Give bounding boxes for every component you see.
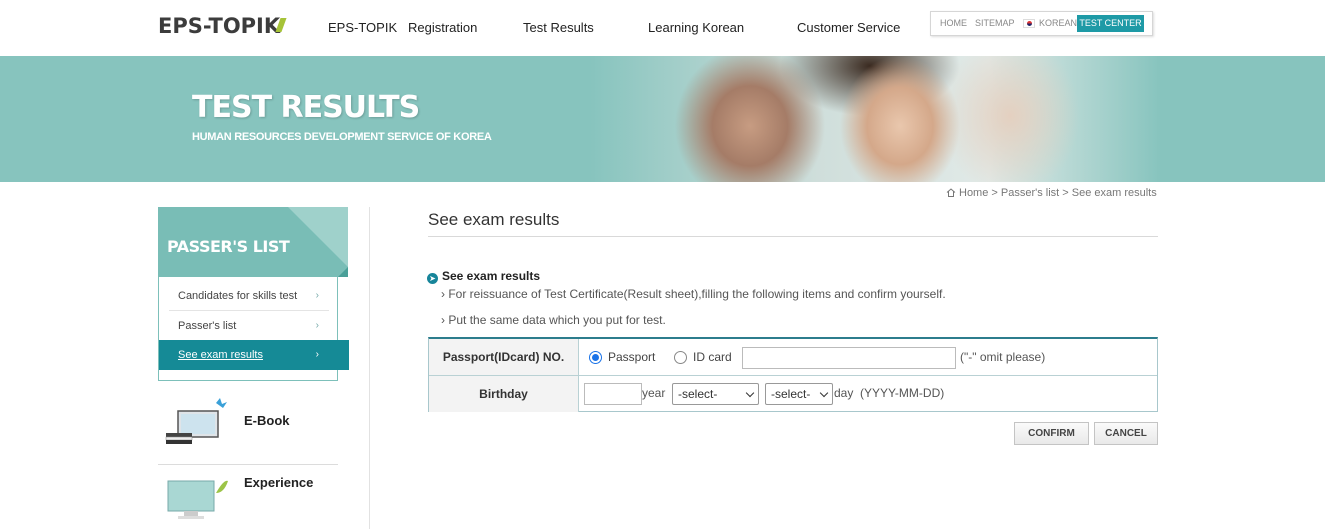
korea-flag-icon [1023, 19, 1035, 28]
utility-menu: HOME SITEMAP KOREAN TEST CENTER [930, 11, 1153, 36]
nav-learning-korean[interactable]: Learning Korean [648, 20, 744, 35]
sidebar-item-see-exam-results[interactable]: See exam results › [159, 340, 349, 370]
header: EPS-TOPIK EPS-TOPIK Registration Test Re… [0, 0, 1325, 56]
util-home-link[interactable]: HOME [940, 18, 967, 28]
page-title: See exam results [428, 210, 560, 229]
nav-eps-topik[interactable]: EPS-TOPIK [328, 20, 397, 35]
idcard-radio-label[interactable]: ID card [693, 350, 732, 364]
note-marker: › [441, 313, 445, 327]
breadcrumb-text: Home > Passer's list > See exam results [959, 187, 1157, 199]
note-marker: › [441, 287, 445, 301]
breadcrumb: Home > Passer's list > See exam results [946, 187, 1157, 199]
note-reissuance: › For reissuance of Test Certificate(Res… [441, 287, 946, 301]
chevron-right-icon: › [315, 320, 319, 331]
logo[interactable]: EPS-TOPIK [158, 14, 287, 38]
chevron-down-icon [819, 388, 829, 398]
birthday-label: Birthday [429, 376, 579, 412]
passport-radio[interactable] [589, 351, 602, 364]
birthday-row: Birthday year -select- -select- day (YYY… [429, 376, 1157, 412]
month-select[interactable]: -select- [672, 383, 759, 405]
nav-test-results[interactable]: Test Results [523, 20, 594, 35]
title-divider [428, 236, 1158, 237]
chevron-down-icon [745, 388, 755, 398]
exam-result-form: Passport(IDcard) NO. Passport ID card ("… [428, 337, 1158, 412]
passport-radio-label[interactable]: Passport [608, 350, 655, 364]
experience-icon [167, 480, 228, 519]
util-korean-link[interactable]: KOREAN [1039, 18, 1077, 28]
ebook-banner[interactable]: E-Book [158, 392, 338, 452]
month-select-value: -select- [678, 387, 718, 401]
note-text: For reissuance of Test Certificate(Resul… [448, 287, 946, 301]
sidebar-item-candidates[interactable]: Candidates for skills test › [169, 281, 329, 311]
sidebar-divider [158, 464, 338, 465]
section-heading-text: See exam results [442, 269, 541, 283]
logo-text: EPS-TOPIK [158, 14, 281, 38]
sidebar-heading-text: PASSER'S LIST [167, 237, 290, 256]
util-sitemap-link[interactable]: SITEMAP [975, 18, 1015, 28]
sidebar-item-label: Passer's list [178, 320, 237, 332]
banner-photo [590, 56, 1160, 182]
idcard-radio[interactable] [674, 351, 687, 364]
ebook-icon [165, 398, 227, 444]
sidebar-item-label: Candidates for skills test [178, 290, 298, 302]
cancel-button[interactable]: CANCEL [1094, 422, 1158, 445]
sidebar-item-label: See exam results [178, 349, 263, 361]
chevron-right-icon: › [315, 290, 319, 301]
id-hint: ("-" omit please) [960, 350, 1046, 364]
passport-label: Passport(IDcard) NO. [429, 339, 579, 375]
day-suffix: day (YYYY-MM-DD) [834, 386, 945, 400]
note-text: Put the same data which you put for test… [448, 313, 666, 327]
passport-row: Passport(IDcard) NO. Passport ID card ("… [429, 339, 1157, 376]
sidebar-item-passers-list[interactable]: Passer's list › [169, 311, 329, 341]
ebook-label: E-Book [244, 413, 290, 428]
confirm-button[interactable]: CONFIRM [1014, 422, 1089, 445]
year-suffix: year [642, 386, 666, 400]
banner-title: TEST RESULTS [192, 90, 420, 125]
banner-subtitle: HUMAN RESOURCES DEVELOPMENT SERVICE OF K… [192, 131, 492, 143]
content-divider [369, 207, 370, 529]
note-same-data: › Put the same data which you put for te… [441, 313, 666, 327]
chevron-right-icon: › [315, 349, 319, 360]
day-select-value: -select- [771, 387, 811, 401]
arrow-circle-icon: ➤ [427, 273, 438, 284]
id-number-input[interactable] [742, 347, 956, 369]
year-input[interactable] [584, 383, 642, 405]
sidebar-heading: PASSER'S LIST [158, 207, 348, 277]
page-banner: TEST RESULTS HUMAN RESOURCES DEVELOPMENT… [0, 56, 1325, 182]
experience-label: Experience [244, 475, 314, 490]
experience-banner[interactable]: Experience [158, 468, 338, 528]
section-heading: ➤ See exam results [427, 269, 541, 284]
nav-registration[interactable]: Registration [408, 20, 477, 35]
test-center-button[interactable]: TEST CENTER [1077, 15, 1144, 32]
day-select[interactable]: -select- [765, 383, 833, 405]
home-icon [946, 188, 956, 197]
sidebar-menu: Candidates for skills test › Passer's li… [158, 277, 349, 381]
nav-customer-service[interactable]: Customer Service [797, 20, 900, 35]
